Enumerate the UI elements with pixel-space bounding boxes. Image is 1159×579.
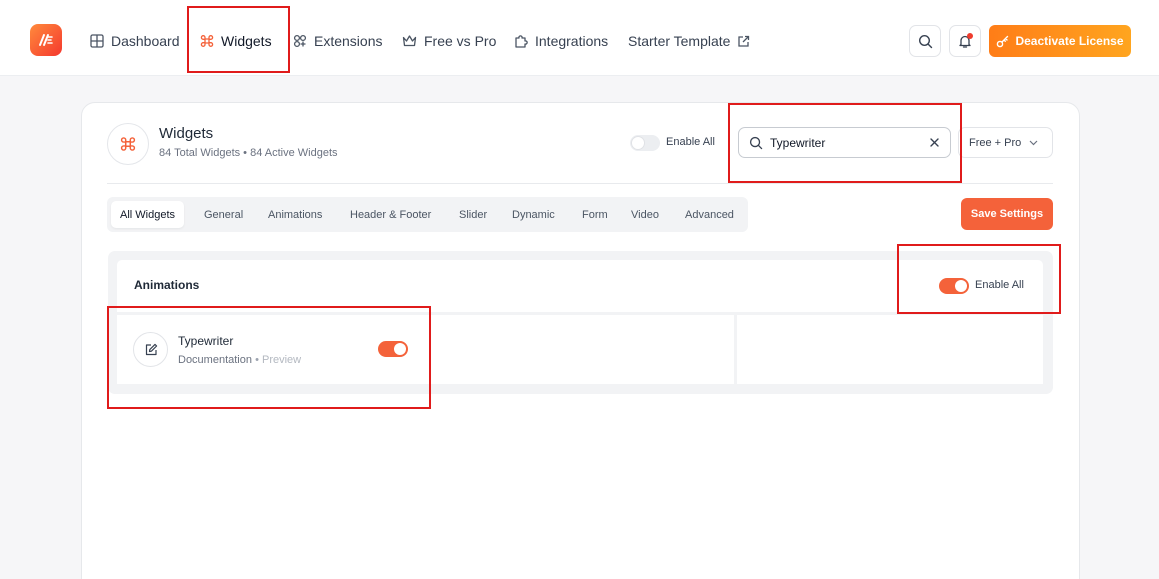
nav-dashboard-label: Dashboard [111, 33, 180, 49]
nav-integrations-label: Integrations [535, 33, 609, 49]
tab-advanced[interactable]: Advanced [685, 201, 734, 228]
nav-integrations[interactable]: Integrations [514, 30, 608, 52]
header-divider [107, 183, 1053, 184]
enable-all-toggle-section[interactable] [939, 278, 969, 294]
clear-search-button[interactable] [929, 137, 940, 148]
tab-all-widgets[interactable]: All Widgets [111, 201, 185, 228]
command-icon [200, 35, 214, 47]
nav-extensions[interactable]: Extensions [293, 30, 382, 52]
enable-all-label-global: Enable All [666, 136, 715, 148]
widgets-header-icon [107, 123, 149, 165]
tab-dynamic[interactable]: Dynamic [512, 201, 555, 228]
close-icon [930, 138, 939, 147]
search-icon [749, 136, 763, 149]
enable-all-label-section: Enable All [975, 279, 1024, 291]
preview-link[interactable]: Preview [262, 354, 301, 366]
search-input[interactable] [770, 135, 920, 150]
widget-name: Typewriter [178, 334, 234, 348]
nav-dashboard[interactable]: Dashboard [90, 30, 180, 52]
deactivate-license-label: Deactivate License [1015, 34, 1124, 48]
toggle-knob [394, 343, 406, 355]
notification-dot [967, 33, 973, 39]
app-logo[interactable] [30, 24, 62, 56]
nav-starter-template[interactable]: Starter Template [628, 30, 750, 52]
tab-general[interactable]: General [204, 201, 243, 228]
notifications-button[interactable] [949, 25, 981, 57]
puzzle-icon [515, 35, 528, 48]
tab-video[interactable]: Video [631, 201, 659, 228]
page-title: Widgets [159, 125, 214, 142]
typewriter-toggle[interactable] [378, 341, 408, 357]
tab-slider[interactable]: Slider [459, 201, 487, 228]
external-link-icon [738, 35, 750, 47]
section-title: Animations [134, 278, 200, 292]
nav-free-vs-pro[interactable]: Free vs Pro [402, 30, 496, 52]
save-settings-button[interactable]: Save Settings [961, 198, 1053, 230]
crown-icon [402, 35, 417, 47]
widget-count-summary: 84 Total Widgets • 84 Active Widgets [159, 147, 338, 159]
extensions-icon [293, 34, 307, 48]
search-icon [918, 34, 932, 48]
toggle-knob [955, 280, 967, 292]
nav-widgets-label: Widgets [221, 33, 272, 49]
deactivate-license-button[interactable]: Deactivate License [989, 25, 1131, 57]
toggle-knob [632, 137, 644, 149]
nav-widgets[interactable]: Widgets [200, 30, 272, 52]
logo-icon [39, 34, 53, 46]
enable-all-toggle-global[interactable] [630, 135, 660, 151]
tab-form[interactable]: Form [582, 201, 608, 228]
plan-filter-select[interactable]: Free + Pro [958, 127, 1053, 158]
search-button[interactable] [909, 25, 941, 57]
command-icon [120, 137, 136, 151]
animations-section-header [117, 260, 1043, 312]
widget-card-typewriter [117, 315, 734, 384]
edit-icon [145, 343, 157, 355]
category-tabs: All Widgets General Animations Header & … [107, 197, 748, 232]
documentation-link[interactable]: Documentation [178, 354, 252, 366]
nav-extensions-label: Extensions [314, 33, 383, 49]
tab-header-footer[interactable]: Header & Footer [350, 201, 431, 228]
plan-filter-value: Free + Pro [969, 136, 1022, 149]
nav-free-vs-pro-label: Free vs Pro [424, 33, 497, 49]
link-separator: • [255, 354, 259, 366]
top-nav-bar: Dashboard Widgets Extensions Free vs Pro… [0, 0, 1159, 76]
grid-icon [90, 34, 104, 48]
chevron-down-icon [1029, 140, 1038, 145]
key-icon [997, 35, 1009, 47]
widget-search-field[interactable] [738, 127, 951, 158]
nav-starter-template-label: Starter Template [628, 33, 731, 49]
widget-links: Documentation • Preview [178, 354, 301, 366]
widget-card-empty [737, 315, 1043, 384]
typewriter-widget-icon [133, 332, 168, 367]
tab-animations[interactable]: Animations [268, 201, 322, 228]
